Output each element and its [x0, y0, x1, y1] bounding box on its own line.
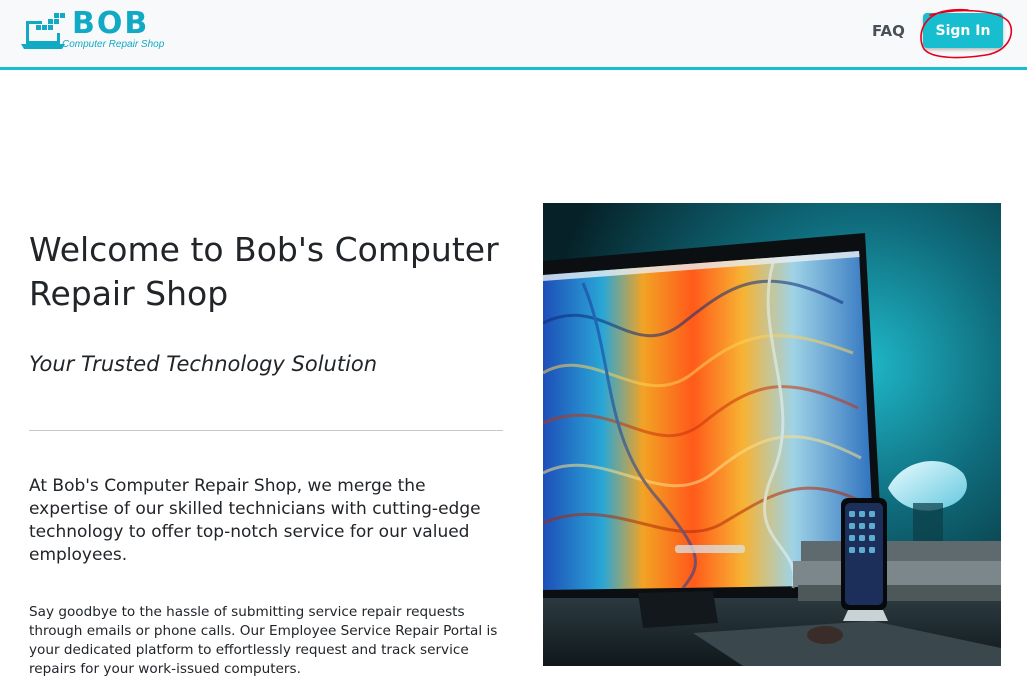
page-subtitle: Your Trusted Technology Solution — [29, 352, 378, 376]
brand-logo[interactable]: BOB Computer Repair Shop — [20, 6, 170, 55]
logo-subtitle: Computer Repair Shop — [62, 39, 165, 50]
monitor-illustration — [543, 203, 1001, 666]
page-title: Welcome to Bob's Computer Repair Shop — [29, 230, 499, 313]
computer-monitor-photo — [543, 203, 1001, 666]
intro-body-paragraph: Say goodbye to the hassle of submitting … — [29, 604, 498, 677]
nav-faq-link[interactable]: FAQ — [872, 22, 905, 40]
sign-in-button[interactable]: Sign In — [923, 13, 1003, 48]
laptop-pixel-icon — [21, 13, 65, 49]
top-navbar: BOB Computer Repair Shop FAQ Sign In — [0, 0, 1027, 70]
logo-title: BOB — [72, 6, 150, 41]
section-divider — [29, 430, 503, 431]
intro-lead-paragraph: At Bob's Computer Repair Shop, we merge … — [29, 476, 481, 565]
